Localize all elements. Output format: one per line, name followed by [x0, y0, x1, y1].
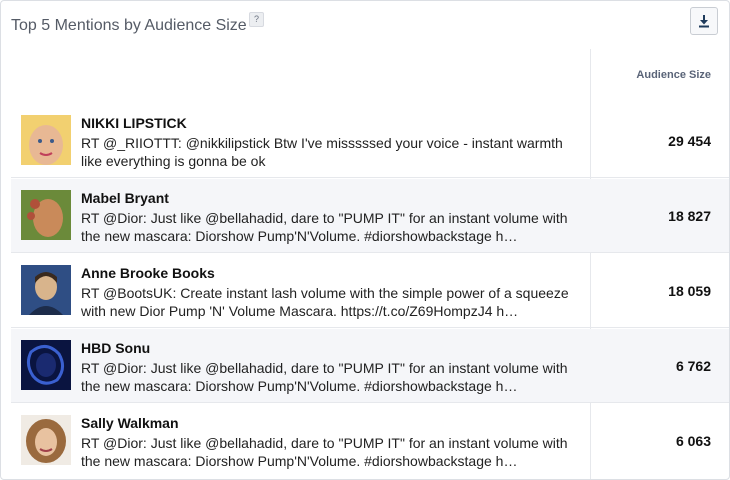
author-name[interactable]: HBD Sonu: [81, 340, 150, 356]
mentions-widget: Top 5 Mentions by Audience Size ? Audien…: [0, 0, 730, 480]
audience-size-value: 18 059: [668, 283, 711, 299]
table-row[interactable]: Sally Walkman RT @Dior: Just like @bella…: [11, 404, 729, 478]
download-button[interactable]: [690, 7, 718, 35]
author-name[interactable]: Mabel Bryant: [81, 190, 169, 206]
audience-size-value: 6 762: [675, 358, 711, 374]
table-row[interactable]: Mabel Bryant RT @Dior: Just like @bellah…: [11, 179, 729, 253]
avatar[interactable]: [21, 415, 71, 465]
avatar[interactable]: [21, 265, 71, 315]
mentions-table: Audience Size NIKKI LIPSTICK RT @_RIIOTT…: [3, 49, 729, 479]
author-name[interactable]: Sally Walkman: [81, 415, 179, 431]
mention-text: RT @Dior: Just like @bellahadid, dare to…: [81, 210, 568, 244]
table-row[interactable]: HBD Sonu RT @Dior: Just like @bellahadid…: [11, 329, 729, 403]
avatar[interactable]: [21, 115, 71, 165]
audience-size-header[interactable]: Audience Size: [636, 69, 711, 81]
avatar[interactable]: [21, 190, 71, 240]
author-name[interactable]: NIKKI LIPSTICK: [81, 115, 187, 131]
mention-text: RT @Dior: Just like @bellahadid, dare to…: [81, 435, 568, 469]
audience-size-value: 29 454: [668, 133, 711, 149]
audience-size-value: 18 827: [668, 208, 711, 224]
table-row[interactable]: Anne Brooke Books RT @BootsUK: Create in…: [11, 254, 729, 328]
mention-text: RT @Dior: Just like @bellahadid, dare to…: [81, 360, 568, 394]
mention-text: RT @_RIIOTTT: @nikkilipstick Btw I've mi…: [81, 135, 563, 169]
audience-size-value: 6 063: [675, 433, 711, 449]
widget-title: Top 5 Mentions by Audience Size: [11, 17, 247, 34]
mention-text: RT @BootsUK: Create instant lash volume …: [81, 285, 569, 319]
table-row[interactable]: NIKKI LIPSTICK RT @_RIIOTTT: @nikkilipst…: [11, 104, 729, 178]
help-icon[interactable]: ?: [249, 12, 264, 27]
avatar[interactable]: [21, 340, 71, 390]
download-icon: [699, 15, 709, 28]
author-name[interactable]: Anne Brooke Books: [81, 265, 215, 281]
